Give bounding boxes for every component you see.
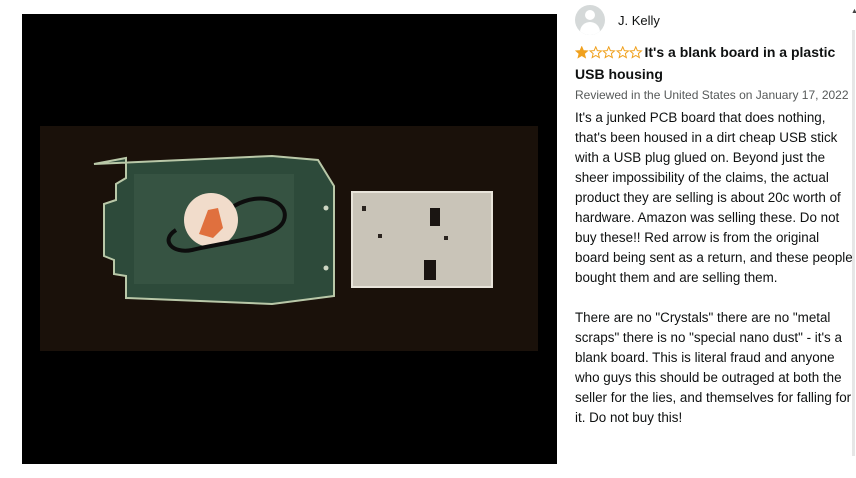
- review-card: J. Kelly It's a blank board in a plastic…: [575, 4, 853, 428]
- review-paragraph: It's a junked PCB board that does nothin…: [575, 110, 853, 285]
- review-title-line: It's a blank board in a plastic USB hous…: [575, 42, 853, 84]
- review-body: It's a junked PCB board that does nothin…: [575, 108, 853, 428]
- scroll-up-arrow-icon[interactable]: ▲: [851, 8, 856, 15]
- review-paragraph: There are no "Crystals" there are no "me…: [575, 310, 852, 425]
- star-icon: [615, 46, 629, 59]
- review-photo[interactable]: [22, 14, 557, 464]
- usb-stick-photo: [40, 126, 538, 351]
- reviewer-name[interactable]: J. Kelly: [618, 13, 660, 28]
- star-icon: [629, 46, 643, 59]
- star-icon: [602, 46, 616, 59]
- review-date: Reviewed in the United States on January…: [575, 88, 849, 102]
- star-rating[interactable]: [575, 44, 643, 64]
- scrollbar-thumb[interactable]: [852, 30, 855, 456]
- reviewer-profile[interactable]: J. Kelly: [575, 4, 853, 36]
- star-icon: [575, 46, 589, 59]
- star-icon: [588, 46, 602, 59]
- scrollbar[interactable]: ▲: [851, 0, 856, 478]
- user-silhouette-icon: [575, 5, 605, 35]
